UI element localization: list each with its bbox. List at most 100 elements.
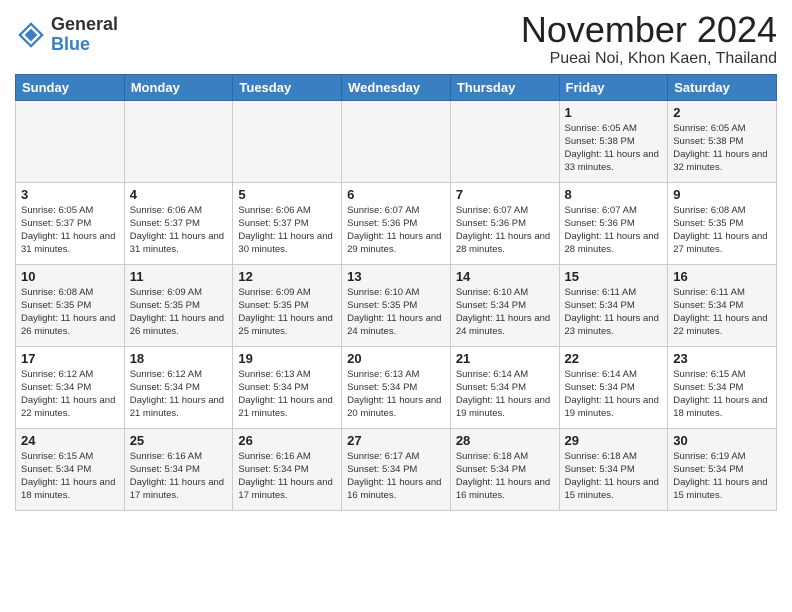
calendar-cell: 21Sunrise: 6:14 AM Sunset: 5:34 PM Dayli… [450, 346, 559, 428]
day-info: Sunrise: 6:14 AM Sunset: 5:34 PM Dayligh… [565, 368, 663, 421]
day-info: Sunrise: 6:15 AM Sunset: 5:34 PM Dayligh… [21, 450, 119, 503]
calendar-cell [342, 100, 451, 182]
calendar-cell: 29 Sunrise: 6:18 AM Sunset: 5:34 PM Dayli… [559, 428, 668, 510]
day-info: Sunrise: 6:14 AM Sunset: 5:34 PM Dayligh… [456, 368, 554, 421]
day-info: Sunrise: 6:05 AM Sunset: 5:38 PM Dayligh… [565, 122, 663, 175]
calendar-cell [124, 100, 233, 182]
day-info: Sunrise: 6:16 AM Sunset: 5:34 PM Dayligh… [238, 450, 336, 503]
calendar-header-row: Sunday Monday Tuesday Wednesday Thursday… [16, 74, 777, 100]
day-number: 15 [565, 269, 663, 284]
location: Pueai Noi, Khon Kaen, Thailand [521, 50, 777, 68]
calendar-cell [16, 100, 125, 182]
day-info: Sunrise: 6:11 AM Sunset: 5:34 PM Dayligh… [673, 286, 771, 339]
week-row-3: 10 Sunrise: 6:08 AM Sunset: 5:35 PM Dayli… [16, 264, 777, 346]
day-number: 27 [347, 433, 445, 448]
calendar-cell [233, 100, 342, 182]
day-number: 8 [565, 187, 663, 202]
header-saturday: Saturday [668, 74, 777, 100]
calendar-cell: 12 Sunrise: 6:09 AM Sunset: 5:35 PM Dayli… [233, 264, 342, 346]
day-info: Sunrise: 6:06 AM Sunset: 5:37 PM Dayligh… [130, 204, 228, 257]
calendar-cell: 11 Sunrise: 6:09 AM Sunset: 5:35 PM Dayli… [124, 264, 233, 346]
day-number: 28 [456, 433, 554, 448]
header-monday: Monday [124, 74, 233, 100]
logo: General Blue [15, 15, 118, 55]
calendar-cell: 22 Sunrise: 6:14 AM Sunset: 5:34 PM Dayli… [559, 346, 668, 428]
logo-icon [15, 19, 47, 51]
logo-text: General Blue [51, 15, 118, 55]
day-number: 18 [130, 351, 228, 366]
day-info: Sunrise: 6:16 AM Sunset: 5:34 PM Dayligh… [130, 450, 228, 503]
day-info: Sunrise: 6:15 AM Sunset: 5:34 PM Dayligh… [673, 368, 771, 421]
calendar-cell: 1Sunrise: 6:05 AM Sunset: 5:38 PM Daylig… [559, 100, 668, 182]
calendar-cell: 26Sunrise: 6:16 AM Sunset: 5:34 PM Dayli… [233, 428, 342, 510]
day-info: Sunrise: 6:18 AM Sunset: 5:34 PM Dayligh… [456, 450, 554, 503]
day-number: 6 [347, 187, 445, 202]
day-number: 2 [673, 105, 771, 120]
calendar-cell: 13Sunrise: 6:10 AM Sunset: 5:35 PM Dayli… [342, 264, 451, 346]
calendar-cell: 10 Sunrise: 6:08 AM Sunset: 5:35 PM Dayli… [16, 264, 125, 346]
day-number: 10 [21, 269, 119, 284]
day-number: 9 [673, 187, 771, 202]
calendar-cell: 14 Sunrise: 6:10 AM Sunset: 5:34 PM Dayli… [450, 264, 559, 346]
calendar-cell: 4 Sunrise: 6:06 AM Sunset: 5:37 PM Daylig… [124, 182, 233, 264]
day-number: 14 [456, 269, 554, 284]
day-info: Sunrise: 6:09 AM Sunset: 5:35 PM Dayligh… [130, 286, 228, 339]
calendar-cell: 7 Sunrise: 6:07 AM Sunset: 5:36 PM Daylig… [450, 182, 559, 264]
calendar-cell: 24 Sunrise: 6:15 AM Sunset: 5:34 PM Dayli… [16, 428, 125, 510]
day-number: 11 [130, 269, 228, 284]
day-number: 29 [565, 433, 663, 448]
day-number: 12 [238, 269, 336, 284]
day-number: 22 [565, 351, 663, 366]
calendar-cell: 25 Sunrise: 6:16 AM Sunset: 5:34 PM Dayli… [124, 428, 233, 510]
day-info: Sunrise: 6:07 AM Sunset: 5:36 PM Dayligh… [456, 204, 554, 257]
week-row-4: 17Sunrise: 6:12 AM Sunset: 5:34 PM Dayli… [16, 346, 777, 428]
calendar: Sunday Monday Tuesday Wednesday Thursday… [15, 74, 777, 511]
day-number: 4 [130, 187, 228, 202]
day-info: Sunrise: 6:06 AM Sunset: 5:37 PM Dayligh… [238, 204, 336, 257]
day-info: Sunrise: 6:18 AM Sunset: 5:34 PM Dayligh… [565, 450, 663, 503]
day-info: Sunrise: 6:08 AM Sunset: 5:35 PM Dayligh… [673, 204, 771, 257]
calendar-cell: 28 Sunrise: 6:18 AM Sunset: 5:34 PM Dayli… [450, 428, 559, 510]
day-number: 25 [130, 433, 228, 448]
calendar-cell: 9 Sunrise: 6:08 AM Sunset: 5:35 PM Daylig… [668, 182, 777, 264]
header: General Blue November 2024 Pueai Noi, Kh… [15, 10, 777, 68]
day-number: 3 [21, 187, 119, 202]
day-number: 16 [673, 269, 771, 284]
day-info: Sunrise: 6:08 AM Sunset: 5:35 PM Dayligh… [21, 286, 119, 339]
header-thursday: Thursday [450, 74, 559, 100]
day-info: Sunrise: 6:07 AM Sunset: 5:36 PM Dayligh… [565, 204, 663, 257]
calendar-cell: 20Sunrise: 6:13 AM Sunset: 5:34 PM Dayli… [342, 346, 451, 428]
header-wednesday: Wednesday [342, 74, 451, 100]
day-info: Sunrise: 6:17 AM Sunset: 5:34 PM Dayligh… [347, 450, 445, 503]
day-info: Sunrise: 6:05 AM Sunset: 5:37 PM Dayligh… [21, 204, 119, 257]
month-title: November 2024 [521, 10, 777, 50]
calendar-cell: 17Sunrise: 6:12 AM Sunset: 5:34 PM Dayli… [16, 346, 125, 428]
page-container: General Blue November 2024 Pueai Noi, Kh… [0, 0, 792, 521]
header-friday: Friday [559, 74, 668, 100]
day-info: Sunrise: 6:12 AM Sunset: 5:34 PM Dayligh… [21, 368, 119, 421]
day-number: 23 [673, 351, 771, 366]
calendar-cell: 5 Sunrise: 6:06 AM Sunset: 5:37 PM Daylig… [233, 182, 342, 264]
day-info: Sunrise: 6:11 AM Sunset: 5:34 PM Dayligh… [565, 286, 663, 339]
day-number: 19 [238, 351, 336, 366]
calendar-cell: 27 Sunrise: 6:17 AM Sunset: 5:34 PM Dayli… [342, 428, 451, 510]
day-info: Sunrise: 6:13 AM Sunset: 5:34 PM Dayligh… [347, 368, 445, 421]
calendar-cell: 30Sunrise: 6:19 AM Sunset: 5:34 PM Dayli… [668, 428, 777, 510]
calendar-cell: 8 Sunrise: 6:07 AM Sunset: 5:36 PM Daylig… [559, 182, 668, 264]
day-info: Sunrise: 6:05 AM Sunset: 5:38 PM Dayligh… [673, 122, 771, 175]
day-info: Sunrise: 6:07 AM Sunset: 5:36 PM Dayligh… [347, 204, 445, 257]
calendar-cell: 23 Sunrise: 6:15 AM Sunset: 5:34 PM Dayli… [668, 346, 777, 428]
day-info: Sunrise: 6:13 AM Sunset: 5:34 PM Dayligh… [238, 368, 336, 421]
calendar-cell: 2 Sunrise: 6:05 AM Sunset: 5:38 PM Daylig… [668, 100, 777, 182]
title-block: November 2024 Pueai Noi, Khon Kaen, Thai… [521, 10, 777, 68]
calendar-cell: 18Sunrise: 6:12 AM Sunset: 5:34 PM Dayli… [124, 346, 233, 428]
calendar-cell [450, 100, 559, 182]
day-number: 5 [238, 187, 336, 202]
logo-general: General [51, 15, 118, 35]
day-info: Sunrise: 6:10 AM Sunset: 5:34 PM Dayligh… [456, 286, 554, 339]
week-row-2: 3 Sunrise: 6:05 AM Sunset: 5:37 PM Daylig… [16, 182, 777, 264]
day-number: 24 [21, 433, 119, 448]
day-number: 7 [456, 187, 554, 202]
week-row-5: 24 Sunrise: 6:15 AM Sunset: 5:34 PM Dayli… [16, 428, 777, 510]
day-info: Sunrise: 6:09 AM Sunset: 5:35 PM Dayligh… [238, 286, 336, 339]
